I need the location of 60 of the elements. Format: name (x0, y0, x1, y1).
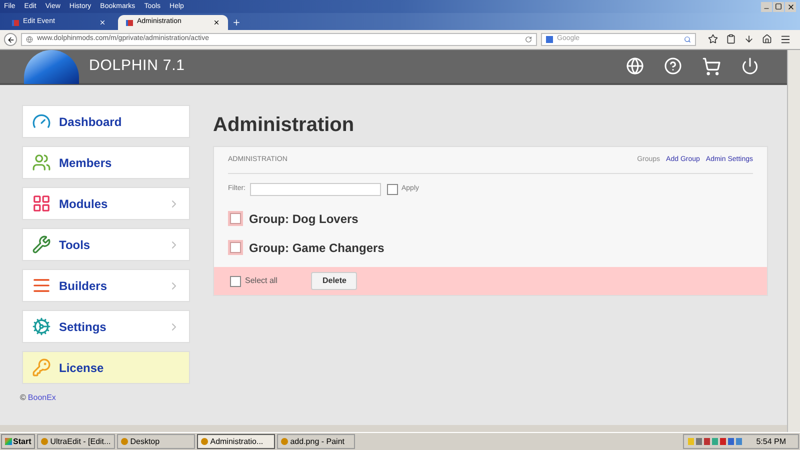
close-icon[interactable] (213, 19, 220, 26)
search-icon[interactable] (684, 36, 691, 43)
site-title[interactable]: DOLPHIN 7.1 (89, 55, 185, 78)
download-icon[interactable] (744, 34, 754, 44)
horizontal-scrollbar[interactable] (0, 425, 787, 432)
back-arrow-icon (6, 36, 14, 44)
app-icon (281, 438, 288, 445)
globe-icon[interactable] (626, 57, 644, 75)
home-icon[interactable] (762, 34, 772, 44)
sidebar-item[interactable]: Builders (22, 269, 190, 302)
group-title[interactable]: Group: Game Changers (249, 238, 384, 256)
sidebar-item[interactable]: Tools (22, 228, 190, 261)
maximize-icon[interactable] (773, 2, 784, 12)
sidebar-item[interactable]: Dashboard (22, 105, 190, 138)
menu-icon[interactable] (780, 34, 791, 45)
taskbar-button[interactable]: add.png - Paint (277, 434, 356, 449)
checkbox[interactable] (386, 184, 398, 194)
cart-icon[interactable] (702, 57, 721, 76)
wrench-icon (32, 235, 51, 254)
power-icon[interactable] (741, 57, 759, 75)
taskbar-button[interactable]: UltraEdit - [Edit... (37, 434, 116, 449)
checkbox[interactable] (230, 213, 241, 224)
page-title: Administration (213, 113, 356, 138)
checkbox[interactable] (230, 242, 241, 253)
close-icon[interactable] (785, 2, 796, 12)
gears-icon (32, 317, 51, 336)
sidebar-item[interactable]: Members (22, 146, 190, 179)
key-icon (32, 358, 51, 377)
grid-icon (32, 194, 51, 213)
group-title[interactable]: Group: Dog Lovers (249, 210, 358, 228)
help-icon[interactable] (664, 57, 682, 75)
filter-field[interactable] (250, 182, 380, 196)
favicon-icon (12, 20, 19, 26)
taskbar-button[interactable]: Desktop (117, 434, 196, 449)
favicon-icon (126, 20, 133, 26)
app-icon (201, 438, 208, 445)
sidebar-item[interactable]: License (22, 351, 190, 384)
select-all-label: Select all (245, 275, 278, 287)
globe-icon (26, 36, 33, 43)
checkbox[interactable] (230, 276, 241, 286)
clipboard-icon[interactable] (726, 34, 736, 44)
sidebar-item[interactable]: Modules (22, 187, 190, 220)
minimize-icon[interactable] (761, 2, 772, 12)
sidebar-item[interactable]: Settings (22, 310, 190, 343)
reload-icon[interactable] (525, 36, 532, 43)
delete-button[interactable]: Delete (311, 272, 358, 290)
new-tab-icon[interactable] (232, 18, 241, 27)
boonex-link[interactable]: BoonEx (28, 392, 56, 404)
people-icon (32, 153, 51, 172)
start-button[interactable]: Start (1, 434, 36, 449)
gauge-icon (32, 112, 51, 131)
app-icon (121, 438, 128, 445)
clock: 5:54 PM (756, 436, 786, 448)
vertical-scrollbar[interactable] (787, 50, 800, 432)
bars-icon (32, 276, 51, 295)
taskbar-button[interactable]: Administratio... (197, 434, 276, 449)
star-icon[interactable] (708, 34, 718, 44)
app-icon (41, 438, 48, 445)
copyright-symbol: © (20, 392, 26, 404)
back-button[interactable] (4, 33, 17, 46)
